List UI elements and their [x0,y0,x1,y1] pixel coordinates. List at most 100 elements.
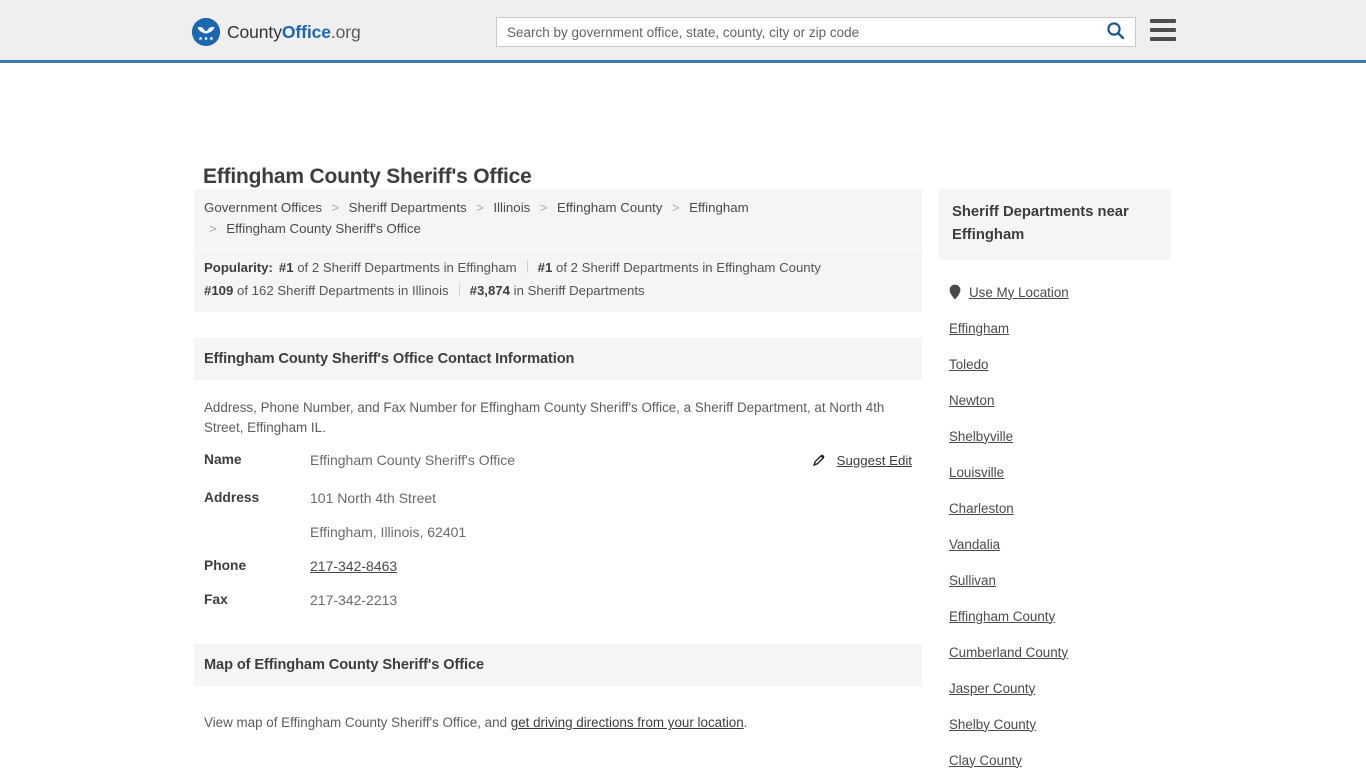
logo-text-org: .org [330,21,361,42]
sidebar-link[interactable]: Cumberland County [949,645,1068,660]
hamburger-menu-icon-bar [1150,37,1176,41]
popularity-rank: #1 [537,260,553,275]
detail-value-fax: 217-342-2213 [310,592,398,608]
popularity-text: of 162 Sheriff Departments in Illinois [237,283,449,298]
popularity-text: of 2 Sheriff Departments in Effingham Co… [556,260,821,275]
breadcrumb-separator: > [476,200,484,215]
eagle-shield-logo-icon [192,18,220,46]
sidebar-link[interactable]: Toledo [949,357,988,372]
sidebar-link[interactable]: Sullivan [949,573,996,588]
sidebar-item-clay-county[interactable]: Clay County [939,742,1171,778]
table-row: Address 101 North 4th Street [204,490,912,524]
table-row: Effingham, Illinois, 62401 [204,524,912,558]
breadcrumb-item-effingham[interactable]: Effingham [689,200,749,215]
breadcrumb-item-illinois[interactable]: Illinois [493,200,530,215]
map-section: Map of Effingham County Sheriff's Office… [194,644,922,733]
search-icon [1106,21,1125,43]
suggest-edit-cell: Suggest Edit [715,452,912,490]
detail-label-address: Address [204,490,260,505]
map-text-before: View map of Effingham County Sheriff's O… [204,715,511,731]
breadcrumb-separator: > [209,221,217,236]
sidebar-item-newton[interactable]: Newton [939,382,1171,418]
sidebar-link[interactable]: Clay County [949,753,1022,768]
popularity-bar: Popularity: #1 of 2 Sheriff Departments i… [194,249,922,312]
search-bar[interactable] [496,17,1136,47]
breadcrumb-item-sheriff-departments[interactable]: Sheriff Departments [349,200,467,215]
breadcrumb-item-effingham-county[interactable]: Effingham County [557,200,662,215]
map-section-text: View map of Effingham County Sheriff's O… [194,699,922,733]
breadcrumb-item-current: Effingham County Sheriff's Office [226,221,421,236]
hamburger-menu-button[interactable] [1150,19,1176,41]
sidebar-item-use-my-location[interactable]: Use My Location [939,274,1171,310]
sidebar-link[interactable]: Charleston [949,501,1014,516]
page-title: Effingham County Sheriff's Office [203,165,532,189]
popularity-label: Popularity: [204,260,273,275]
contact-information-section: Effingham County Sheriff's Office Contac… [194,338,922,626]
search-input[interactable] [497,18,1095,46]
sidebar-item-cumberland-county[interactable]: Cumberland County [939,634,1171,670]
popularity-item-state: #109 of 162 Sheriff Departments in Illin… [204,283,449,298]
popularity-divider [458,283,460,296]
site-logo[interactable]: CountyOffice.org [192,18,361,46]
sidebar-item-toledo[interactable]: Toledo [939,346,1171,382]
use-my-location-link[interactable]: Use My Location [969,285,1069,300]
hamburger-menu-icon-bar [1150,19,1176,23]
sidebar-link[interactable]: Jasper County [949,681,1035,696]
contact-section-body: Address, Phone Number, and Fax Number fo… [194,380,922,626]
breadcrumb-separator: > [539,200,548,215]
sidebar-item-sullivan[interactable]: Sullivan [939,562,1171,598]
sidebar-list: Use My Location Effingham Toledo Newton … [939,260,1171,778]
main-column: Government Offices > Sheriff Departments… [194,189,922,747]
detail-label-phone: Phone [204,558,247,573]
detail-label-spacer [204,524,310,558]
detail-value-address-line2: Effingham, Illinois, 62401 [310,524,467,540]
site-header: CountyOffice.org [0,0,1366,63]
detail-value-name: Effingham County Sheriff's Office [310,452,516,468]
table-row: Phone 217-342-8463 [204,558,912,592]
edit-pencil-icon [812,453,826,472]
sidebar-link[interactable]: Effingham [949,321,1009,336]
sidebar-link[interactable]: Shelbyville [949,429,1013,444]
sidebar-link[interactable]: Shelby County [949,717,1036,732]
map-section-heading: Map of Effingham County Sheriff's Office [194,644,922,686]
table-row: Fax 217-342-2213 [204,592,912,626]
logo-text-office: Office [281,21,331,42]
hamburger-menu-icon-bar [1150,28,1176,32]
popularity-rank: #3,874 [469,283,510,298]
detail-value-address-line1: 101 North 4th Street [310,490,437,506]
popularity-rank: #109 [204,283,234,298]
popularity-text: of 2 Sheriff Departments in Effingham [297,260,517,275]
sidebar-item-vandalia[interactable]: Vandalia [939,526,1171,562]
sidebar-item-shelbyville[interactable]: Shelbyville [939,418,1171,454]
sidebar-item-charleston[interactable]: Charleston [939,490,1171,526]
popularity-item-national: #3,874 in Sheriff Departments [470,283,645,298]
phone-link[interactable]: 217-342-8463 [310,558,397,574]
breadcrumb: Government Offices > Sheriff Departments… [194,189,922,249]
search-button[interactable] [1095,18,1135,46]
breadcrumb-separator: > [671,200,680,215]
sidebar-link[interactable]: Newton [949,393,994,408]
sidebar: Sheriff Departments near Effingham Use M… [939,189,1171,778]
contact-section-description: Address, Phone Number, and Fax Number fo… [204,400,885,435]
sidebar-item-louisville[interactable]: Louisville [939,454,1171,490]
sidebar-heading: Sheriff Departments near Effingham [939,189,1171,260]
popularity-text: in Sheriff Departments [513,283,645,298]
suggest-edit-link[interactable]: Suggest Edit [837,453,912,468]
sidebar-item-jasper-county[interactable]: Jasper County [939,670,1171,706]
popularity-rank: #1 [278,260,294,275]
sidebar-item-effingham[interactable]: Effingham [939,310,1171,346]
detail-label-name: Name [204,452,242,467]
sidebar-item-effingham-county[interactable]: Effingham County [939,598,1171,634]
map-text-after: . [743,715,748,731]
breadcrumb-item-government-offices[interactable]: Government Offices [204,200,322,215]
sidebar-link[interactable]: Vandalia [949,537,1000,552]
driving-directions-link[interactable]: get driving directions from your locatio… [511,715,744,730]
logo-text-county: County [227,21,282,42]
popularity-divider [526,260,528,273]
contact-details-table: Name Effingham County Sheriff's Office S… [204,452,912,626]
sidebar-link[interactable]: Effingham County [949,609,1055,624]
detail-value-phone: 217-342-8463 [310,558,715,592]
sidebar-link[interactable]: Louisville [949,465,1004,480]
sidebar-item-shelby-county[interactable]: Shelby County [939,706,1171,742]
popularity-item-county: #1 of 2 Sheriff Departments in Effingham… [538,260,821,275]
